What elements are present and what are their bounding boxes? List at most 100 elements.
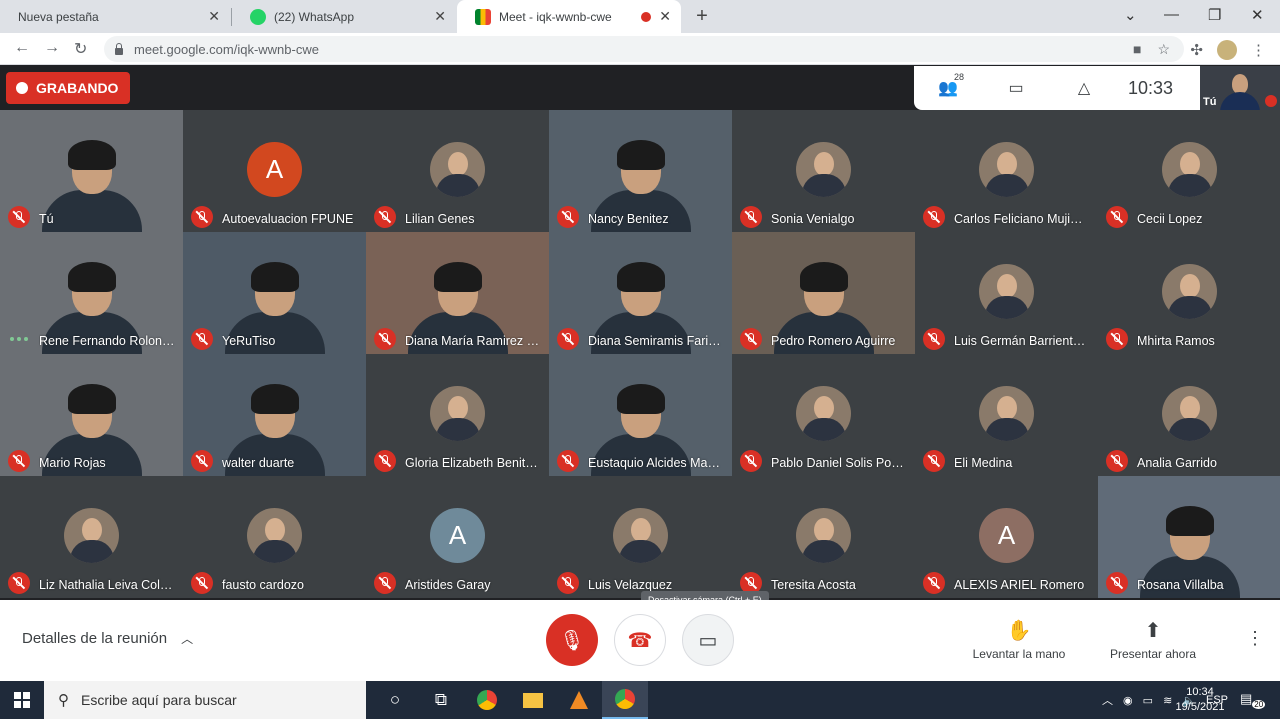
profile-avatar[interactable] <box>1217 40 1237 60</box>
minimize-button[interactable]: — <box>1164 6 1179 23</box>
participant-tile[interactable]: Sonia Venialgo <box>732 110 915 232</box>
address-bar-row: ← → ↻ meet.google.com/iqk-wwnb-cwe ■ ☆ ✣… <box>0 33 1280 65</box>
camera-toggle-button[interactable]: ▭ <box>682 614 734 666</box>
participant-avatar <box>796 386 851 441</box>
chrome-icon[interactable] <box>464 681 510 719</box>
participant-tile[interactable]: A Autoevaluacion FPUNE <box>183 110 366 232</box>
participant-tile[interactable]: Diana Semiramis Fari… <box>549 232 732 354</box>
hang-up-icon: ☎ <box>627 629 653 652</box>
participant-tile[interactable]: Rene Fernando Rolon… <box>0 232 183 354</box>
self-view-thumbnail[interactable]: Tú <box>1200 66 1280 112</box>
mic-off-icon <box>374 450 396 472</box>
participant-tile[interactable]: A ALEXIS ARIEL Romero <box>915 476 1098 598</box>
extensions-icon[interactable]: ✣ <box>1190 41 1203 59</box>
meeting-details-button[interactable]: Detalles de la reunión ︿ <box>22 630 193 647</box>
participant-tile[interactable]: Mario Rojas <box>0 354 183 476</box>
close-window-button[interactable]: ✕ <box>1251 6 1264 24</box>
windows-start-icon[interactable] <box>14 692 30 708</box>
participant-tile[interactable]: Luis Germán Barrient… <box>915 232 1098 354</box>
tab-whatsapp[interactable]: (22) WhatsApp ✕ <box>232 0 456 33</box>
back-icon[interactable]: ← <box>14 39 30 57</box>
more-options-icon[interactable]: ⋮ <box>1246 628 1264 649</box>
task-view-icon[interactable]: ⧉ <box>418 681 464 719</box>
participant-tile[interactable]: Cecii Lopez <box>1098 110 1280 232</box>
participant-name: Analia Garrido <box>1137 456 1217 470</box>
participant-tile[interactable]: Liz Nathalia Leiva Col… <box>0 476 183 598</box>
participant-tile[interactable]: Gloria Elizabeth Benit… <box>366 354 549 476</box>
participant-name: ALEXIS ARIEL Romero <box>954 578 1085 592</box>
notification-count: 20 <box>1252 699 1266 709</box>
activities-button[interactable]: △ <box>1050 78 1118 98</box>
close-icon[interactable]: ✕ <box>208 8 220 25</box>
present-now-button[interactable]: ⬆ Presentar ahora <box>1093 618 1213 661</box>
chat-button[interactable]: ▭ <box>982 78 1050 98</box>
participant-tile[interactable]: fausto cardozo <box>183 476 366 598</box>
participant-tile[interactable]: Eustaquio Alcides Ma… <box>549 354 732 476</box>
participant-name: Pedro Romero Aguirre <box>771 334 896 348</box>
reload-icon[interactable]: ↻ <box>74 39 87 59</box>
mic-off-icon <box>374 328 396 350</box>
participant-tile[interactable]: Diana María Ramirez … <box>366 232 549 354</box>
maximize-button[interactable]: ❐ <box>1208 6 1221 24</box>
browser-tab-bar: Nueva pestaña ✕ (22) WhatsApp ✕ Meet - i… <box>0 0 1280 33</box>
participant-name: Pablo Daniel Solis Po… <box>771 456 904 470</box>
close-icon[interactable]: ✕ <box>659 8 671 25</box>
participant-tile[interactable]: Rosana Villalba <box>1098 476 1280 598</box>
menu-dots-icon[interactable]: ⋮ <box>1251 41 1266 59</box>
participant-name: Rosana Villalba <box>1137 578 1224 592</box>
shapes-icon: △ <box>1077 80 1091 97</box>
participant-name: Gloria Elizabeth Benit… <box>405 456 538 470</box>
microphone-toggle-button[interactable]: 🎙 <box>546 614 598 666</box>
tab-search-icon[interactable]: ⌄ <box>1124 6 1137 24</box>
notification-center-icon[interactable]: ▤ 20 <box>1240 691 1266 709</box>
recording-label: GRABANDO <box>36 80 119 96</box>
taskbar-clock[interactable]: 10:34 19/5/2021 <box>1170 685 1230 715</box>
participant-tile[interactable]: YeRuTiso <box>183 232 366 354</box>
participant-tile[interactable]: Nancy Benitez <box>549 110 732 232</box>
file-explorer-icon[interactable] <box>510 681 556 719</box>
chrome-active-icon[interactable] <box>602 681 648 719</box>
participant-name: Lilian Genes <box>405 212 475 226</box>
hand-icon: ✋ <box>1006 620 1032 642</box>
tab-new-tab[interactable]: Nueva pestaña ✕ <box>0 0 230 33</box>
cortana-icon[interactable]: ○ <box>372 681 418 719</box>
participant-tile[interactable]: Pablo Daniel Solis Po… <box>732 354 915 476</box>
close-icon[interactable]: ✕ <box>434 8 446 25</box>
mic-off-icon <box>557 450 579 472</box>
participant-tile[interactable]: walter duarte <box>183 354 366 476</box>
chevron-up-icon[interactable]: ︿ <box>1102 692 1113 708</box>
url-input[interactable]: meet.google.com/iqk-wwnb-cwe <box>104 36 1184 62</box>
battery-icon[interactable]: ▭ <box>1143 694 1153 707</box>
participant-name: Luis Velazquez <box>588 578 673 592</box>
new-tab-button[interactable]: + <box>692 5 712 28</box>
participant-tile[interactable]: Carlos Feliciano Muji… <box>915 110 1098 232</box>
participant-tile[interactable]: Lilian Genes <box>366 110 549 232</box>
participant-tile[interactable]: A Aristides Garay <box>366 476 549 598</box>
participant-tile[interactable]: Eli Medina <box>915 354 1098 476</box>
taskbar-search-input[interactable]: ⚲ Escribe aquí para buscar <box>44 681 366 719</box>
meet-tray-icon[interactable]: ◉ <box>1123 694 1133 707</box>
participant-avatar <box>1162 142 1217 197</box>
people-button[interactable]: 👥 28 <box>914 72 982 98</box>
participant-tile[interactable]: Tú <box>0 110 183 232</box>
video-camera-icon: ▭ <box>698 629 718 652</box>
raise-hand-button[interactable]: ✋ Levantar la mano <box>959 618 1079 661</box>
mic-off-icon <box>1106 572 1128 594</box>
mic-off-icon <box>923 572 945 594</box>
participant-tile[interactable]: Mhirta Ramos <box>1098 232 1280 354</box>
participant-avatar <box>979 142 1034 197</box>
camera-in-use-icon[interactable]: ■ <box>1133 41 1141 58</box>
mic-off-icon <box>191 328 213 350</box>
raise-hand-label: Levantar la mano <box>972 647 1066 661</box>
participant-tile[interactable]: Luis Velazquez <box>549 476 732 598</box>
participant-tile[interactable]: Teresita Acosta <box>732 476 915 598</box>
bookmark-star-icon[interactable]: ☆ <box>1157 41 1170 58</box>
leave-call-button[interactable]: ☎ <box>614 614 666 666</box>
participant-name: Teresita Acosta <box>771 578 856 592</box>
avatar-initial: A <box>265 154 284 184</box>
forward-icon[interactable]: → <box>44 39 60 57</box>
participant-tile[interactable]: Analia Garrido <box>1098 354 1280 476</box>
participant-tile[interactable]: Pedro Romero Aguirre <box>732 232 915 354</box>
tab-meet[interactable]: Meet - iqk-wwnb-cwe ✕ <box>457 0 681 33</box>
vlc-icon[interactable] <box>556 681 602 719</box>
